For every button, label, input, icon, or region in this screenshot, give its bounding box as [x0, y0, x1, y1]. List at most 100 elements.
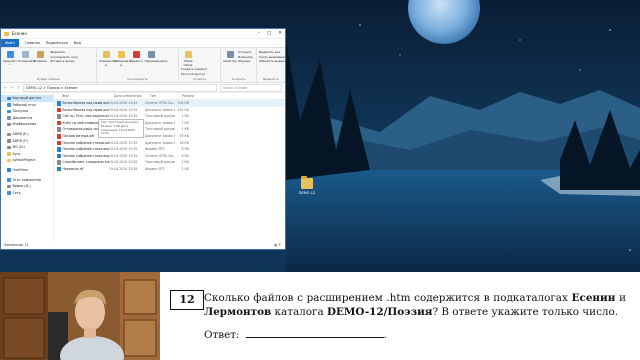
file-name: Белая береза под моим окном.....pdf: [57, 107, 109, 114]
address-bar[interactable]: DEMO-12 > Поэзия > Есенин: [23, 83, 217, 92]
rename-icon: [147, 51, 155, 58]
column-date[interactable]: Дата изменения: [114, 93, 150, 99]
file-date: 19.04.2020 13:54: [109, 101, 138, 105]
file-list: Имя Дата изменения Тип Размер Белая бере…: [54, 93, 285, 243]
new-folder-icon: [184, 51, 192, 58]
minimize-icon[interactable]: –: [258, 31, 260, 36]
computer-icon: [7, 178, 11, 182]
view-toggle[interactable]: ▦ ☰: [274, 242, 281, 249]
file-row[interactable]: Спасибо вам, стариканы.txt 19.04.2020 13:…: [54, 159, 285, 166]
file-row[interactable]: Письмо матери.pdf19.04.2020 13:55Докумен…: [54, 133, 285, 140]
file-row[interactable]: Белая береза под моим окном...htm19.04.2…: [54, 100, 285, 107]
close-icon[interactable]: ✕: [278, 31, 282, 36]
file-size: 8 КБ: [181, 147, 190, 152]
sidebar-item[interactable]: Этот компьютер: [1, 177, 53, 184]
column-name[interactable]: Имя: [62, 93, 114, 99]
file-row[interactable]: Полное собрание стихотворений.htm19.04.2…: [54, 153, 285, 160]
status-bar: Элементов: 11 ▦ ☰: [1, 242, 285, 249]
sidebar-item[interactable]: MG (D:): [1, 144, 53, 151]
sidebar-item-label: Видео (D:): [12, 184, 31, 189]
up-arrow-icon[interactable]: ↑: [17, 85, 20, 90]
file-row[interactable]: Полное собрание стихов.pdf 19.04.2020 13:…: [54, 140, 285, 147]
group-label: Открыть: [231, 77, 246, 81]
column-size[interactable]: Размер: [180, 93, 194, 99]
maximize-icon[interactable]: □: [267, 31, 271, 36]
file-type-icon: [57, 127, 61, 132]
file-name: Белая береза под моим окном...htm: [57, 100, 109, 107]
file-date: 19.04.2020 13:55: [109, 140, 138, 145]
group-label: Выделить: [263, 77, 279, 81]
copy-to-button[interactable]: Копировать в: [114, 50, 132, 67]
file-size: 1 КБ: [181, 166, 190, 171]
desktop-folder-demo12[interactable]: DEMO-12: [296, 176, 318, 195]
file-row[interactable]: Черемуха.rtf 19.04.2020 13:55 Формат RTF 1 …: [54, 166, 285, 173]
move-to-button[interactable]: Переместить в: [99, 50, 118, 67]
new-item-button[interactable]: Создать элемент: [181, 67, 207, 72]
folder-icon: [7, 158, 11, 163]
tab-file[interactable]: Файл: [1, 39, 19, 47]
column-type[interactable]: Тип: [150, 93, 180, 99]
invert-selection-button[interactable]: Обратить выделение: [259, 59, 285, 64]
bold-path: DEMO-12/Поэзия: [326, 306, 433, 318]
file-row[interactable]: Белая береза под моим окном.....pdf19.04…: [54, 107, 285, 114]
pin-quick-access-button[interactable]: Закрепить на панели быстрого доступа: [3, 50, 17, 65]
file-row[interactable]: Отговорила роща золотая.txt19.04.2020 13…: [54, 126, 285, 133]
file-type: Документ Adobe Acrobat: [145, 133, 175, 138]
sidebar-item[interactable]: Сеть: [1, 190, 53, 197]
file-date: 19.04.2020 13:55: [109, 160, 138, 165]
file-type-icon: [57, 160, 61, 165]
sidebar-item[interactable]: Быстрый доступ: [1, 95, 53, 102]
sidebar-item[interactable]: OneDrive: [1, 167, 53, 174]
tab-home[interactable]: Главная: [25, 41, 40, 45]
paste-icon: [36, 51, 44, 58]
file-list-header: Имя Дата изменения Тип Размер: [54, 93, 285, 100]
sidebar-item[interactable]: ADRB (F:): [1, 138, 53, 145]
sidebar-item[interactable]: ADRB (E:): [1, 131, 53, 138]
sidebar-item-label: Загрузки: [12, 109, 29, 114]
paste-shortcut-button[interactable]: Вставить ярлык: [50, 59, 78, 64]
forward-arrow-icon[interactable]: →: [10, 85, 13, 90]
open-button[interactable]: Открыть: [238, 50, 253, 55]
file-name-text: Полное собрание стихотворений.htm: [62, 153, 110, 158]
sidebar-item[interactable]: Документы: [1, 115, 53, 122]
select-all-button[interactable]: Выделить все: [259, 50, 283, 55]
new-folder-button[interactable]: Новая папка: [181, 50, 195, 67]
webcam-feed: [0, 272, 160, 360]
file-row[interactable]: Клён ты мой опавший.pdf19.04.2020 13:55Д…: [54, 120, 285, 127]
tab-view[interactable]: Вид: [74, 41, 81, 45]
sidebar-item-label: OneDrive: [12, 167, 29, 172]
delete-button[interactable]: Удалить: [129, 50, 143, 63]
sidebar-item[interactable]: Видео (D:): [1, 183, 53, 190]
file-name-text: Белая береза под моим окном.....pdf: [62, 107, 110, 112]
sidebar-item-label: Изображения: [12, 122, 37, 127]
sidebar-item[interactable]: Рабочий стол: [1, 102, 53, 109]
file-date: 19.04.2020 13:55: [109, 153, 138, 158]
group-new: Новая папка Создать элемент Простой дост…: [179, 48, 221, 82]
window-titlebar[interactable]: Есенин – □ ✕: [1, 29, 285, 39]
navigation-pane: Быстрый доступ Рабочий стол Загрузки Докуме…: [1, 93, 54, 243]
file-type-icon: [57, 114, 61, 119]
easy-access-button[interactable]: Простой доступ: [181, 72, 207, 77]
answer-blank[interactable]: [245, 327, 384, 338]
file-row[interactable]: Гой ты, Русь, моя родная.txt 19.04.2020 1…: [54, 113, 285, 120]
copy-button[interactable]: Копировать: [18, 50, 36, 63]
tab-share[interactable]: Поделиться: [46, 41, 68, 45]
group-select: Выделить все Снять выделение Обратить вы…: [257, 48, 285, 82]
group-organize: Переместить в Копировать в Удалить Переи…: [97, 48, 179, 82]
sidebar-item[interactable]: Sync: [1, 151, 53, 158]
rename-button[interactable]: Переименовать: [144, 50, 168, 63]
properties-icon: [226, 51, 234, 58]
address-bar-row: ← → ↑ DEMO-12 > Поэзия > Есенин Поиск: Е…: [1, 83, 285, 93]
group-clipboard: Закрепить на панели быстрого доступа Коп…: [1, 48, 97, 82]
history-button[interactable]: Журнал: [238, 59, 253, 64]
sidebar-item[interactable]: Загрузки: [1, 108, 53, 115]
sidebar-item[interactable]: pythonProject: [1, 157, 53, 164]
paste-button[interactable]: Вставить: [33, 50, 47, 63]
file-size: 8 КБ: [181, 153, 190, 158]
sidebar-item[interactable]: Изображения: [1, 121, 53, 128]
file-row[interactable]: Полное собрание стихотворений.rtf19.04.2…: [54, 146, 285, 153]
properties-button[interactable]: Свойства: [223, 50, 237, 63]
search-input[interactable]: Поиск: Есенин: [220, 83, 282, 92]
back-arrow-icon[interactable]: ←: [4, 85, 7, 90]
group-label: Создать: [193, 77, 206, 81]
